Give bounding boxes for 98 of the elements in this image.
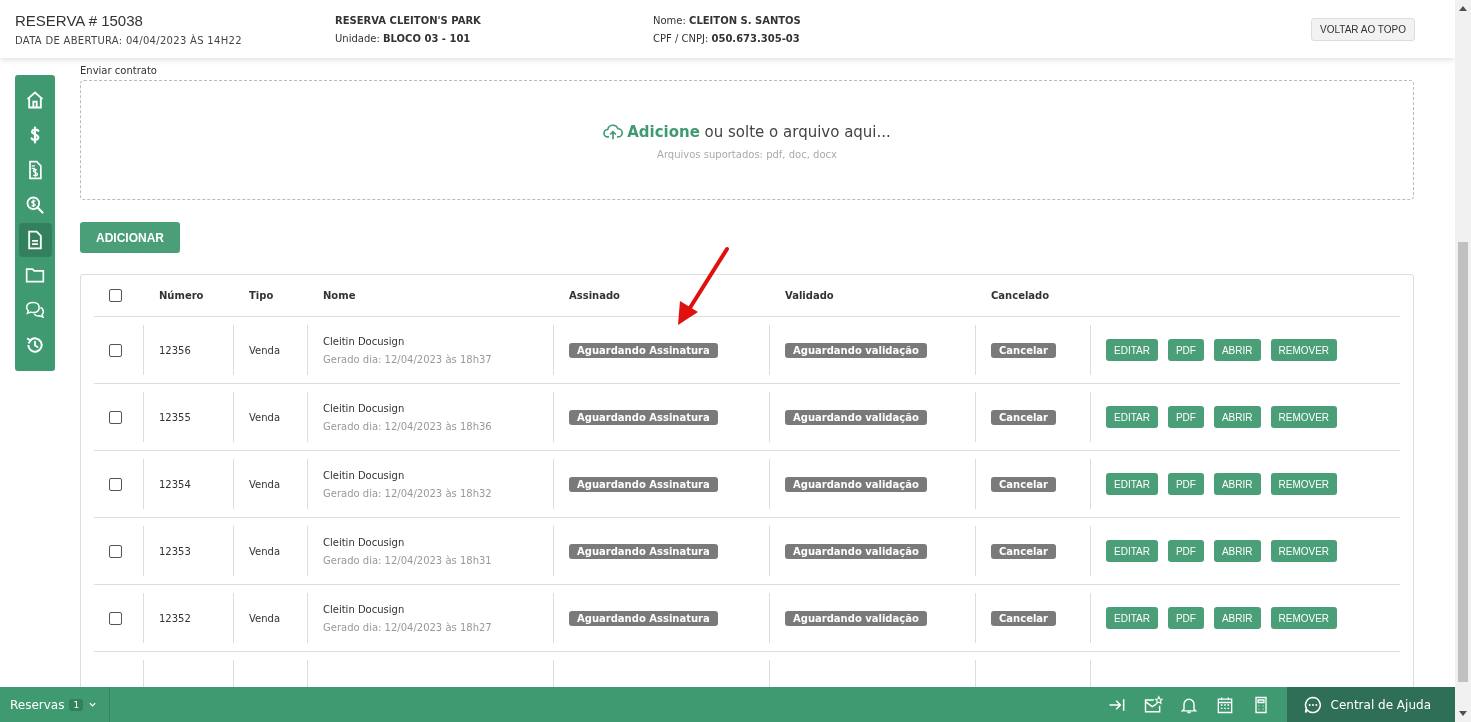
upload-label: Enviar contrato [80, 65, 158, 76]
row-action-button[interactable]: ABRIR [1213, 540, 1261, 562]
column-header: Cancelado [990, 290, 1051, 301]
row-checkbox[interactable] [109, 544, 122, 558]
help-center-button[interactable]: Central de Ajuda [1286, 687, 1455, 722]
chat-bubble-icon [1302, 694, 1323, 715]
project-name: RESERVA CLEITON'S PARK [335, 14, 482, 26]
contract-name: Cleitin Docusign [323, 402, 406, 414]
row-checkbox[interactable] [109, 343, 122, 357]
contract-name: Cleitin Docusign [323, 335, 406, 347]
column-header: Validado [784, 290, 835, 301]
signature-status-badge: Aguardando Assinatura [569, 610, 718, 626]
row-action-button[interactable]: PDF [1167, 607, 1204, 629]
column-header: Tipo [248, 290, 275, 301]
contract-type: Venda [249, 545, 282, 557]
row-action-button[interactable]: ABRIR [1213, 607, 1261, 629]
signature-status-badge: Aguardando Assinatura [569, 543, 718, 559]
contract-name: Cleitin Docusign [323, 536, 406, 548]
generated-date: Gerado dia: 12/04/2023 às 18h27 [323, 621, 493, 633]
contract-number: 12352 [159, 612, 192, 624]
reservation-title: RESERVA # 15038 [15, 12, 144, 29]
column-header: Assinado [568, 290, 621, 301]
add-button[interactable]: ADICIONAR [80, 222, 180, 253]
chat-icon [25, 300, 45, 320]
row-action-button[interactable]: REMOVER [1270, 473, 1338, 495]
row-checkbox[interactable] [109, 611, 122, 625]
mail-star-icon[interactable] [1142, 694, 1163, 715]
row-action-button[interactable]: REMOVER [1270, 339, 1338, 361]
validation-status-badge: Aguardando validação [785, 543, 927, 559]
home-icon [25, 90, 45, 110]
history-icon [25, 335, 45, 355]
validation-status-badge: Aguardando validação [785, 409, 927, 425]
generated-date: Gerado dia: 12/04/2023 às 18h31 [323, 554, 493, 566]
row-action-button[interactable]: EDITAR [1106, 473, 1158, 495]
row-action-button[interactable]: REMOVER [1270, 607, 1338, 629]
select-all-checkbox[interactable] [109, 289, 122, 302]
drop-instruction: Adicione ou solte o arquivo aqui... [627, 122, 891, 141]
contract-number: 12355 [159, 411, 192, 423]
contract-name: Cleitin Docusign [323, 603, 406, 615]
row-action-button[interactable]: PDF [1167, 473, 1204, 495]
row-action-button[interactable]: PDF [1167, 339, 1204, 361]
reservations-count: 1 [69, 698, 84, 711]
cancel-badge[interactable]: Cancelar [991, 409, 1057, 425]
back-to-top-button[interactable]: VOLTAR AO TOPO [1311, 17, 1415, 41]
row-action-button[interactable]: ABRIR [1213, 339, 1261, 361]
row-action-button[interactable]: ABRIR [1213, 406, 1261, 428]
file-drop-zone[interactable]: Adicione ou solte o arquivo aqui... Arquivos suportados: pdf, doc, docx [80, 80, 1414, 200]
contract-number: 12356 [159, 344, 192, 356]
contract-type: Venda [249, 612, 282, 624]
contract-type: Venda [249, 411, 282, 423]
signature-status-badge: Aguardando Assinatura [569, 409, 718, 425]
row-action-button[interactable]: EDITAR [1106, 339, 1158, 361]
generated-date: Gerado dia: 12/04/2023 às 18h32 [323, 487, 493, 499]
scroll-up-icon[interactable] [1459, 5, 1467, 11]
contract-name: Cleitin Docusign [323, 469, 406, 481]
reservations-tab[interactable]: Reservas 1 [0, 687, 111, 722]
row-action-button[interactable]: EDITAR [1106, 540, 1158, 562]
add-file-link[interactable]: Adicione [627, 122, 700, 141]
row-action-button[interactable]: PDF [1167, 540, 1204, 562]
row-action-button[interactable]: REMOVER [1270, 406, 1338, 428]
cancel-badge[interactable]: Cancelar [991, 543, 1057, 559]
signature-status-badge: Aguardando Assinatura [569, 476, 718, 492]
cancel-badge[interactable]: Cancelar [991, 342, 1057, 358]
contract-type: Venda [249, 344, 282, 356]
search-dollar-icon [25, 195, 45, 215]
supported-files-hint: Arquivos suportados: pdf, doc, docx [657, 148, 837, 160]
column-header: Número [158, 290, 205, 301]
row-action-button[interactable]: EDITAR [1106, 406, 1158, 428]
scrollbar-thumb[interactable] [1458, 242, 1468, 682]
document-icon [25, 230, 45, 250]
contract-number: 12353 [159, 545, 192, 557]
validation-status-badge: Aguardando validação [785, 610, 927, 626]
signature-status-badge: Aguardando Assinatura [569, 342, 718, 358]
validation-status-badge: Aguardando validação [785, 476, 927, 492]
client-name: Nome: CLEITON S. SANTOS [653, 14, 802, 26]
generated-date: Gerado dia: 12/04/2023 às 18h36 [323, 420, 493, 432]
row-action-button[interactable]: REMOVER [1270, 540, 1338, 562]
column-header: Nome [322, 290, 357, 301]
row-checkbox[interactable] [109, 410, 122, 424]
scrollbar[interactable] [1455, 0, 1471, 722]
cloud-upload-icon [603, 122, 624, 141]
chevron-down-icon [88, 700, 98, 709]
row-checkbox[interactable] [109, 477, 122, 491]
cancel-badge[interactable]: Cancelar [991, 610, 1057, 626]
row-action-button[interactable]: ABRIR [1213, 473, 1261, 495]
generated-date: Gerado dia: 12/04/2023 às 18h37 [323, 353, 493, 365]
client-document: CPF / CNPJ: 050.673.305-03 [653, 32, 801, 44]
validation-status-badge: Aguardando validação [785, 342, 927, 358]
row-action-button[interactable]: PDF [1167, 406, 1204, 428]
unit-info: Unidade: BLOCO 03 - 101 [335, 32, 472, 44]
scroll-down-icon[interactable] [1459, 711, 1467, 717]
contract-type: Venda [249, 478, 282, 490]
opening-date: DATA DE ABERTURA: 04/04/2023 ÀS 14H22 [15, 35, 243, 46]
row-action-button[interactable]: EDITAR [1106, 607, 1158, 629]
folder-icon [25, 265, 45, 285]
contract-number: 12354 [159, 478, 192, 490]
cancel-badge[interactable]: Cancelar [991, 476, 1057, 492]
sidebar-item[interactable] [18, 223, 52, 257]
